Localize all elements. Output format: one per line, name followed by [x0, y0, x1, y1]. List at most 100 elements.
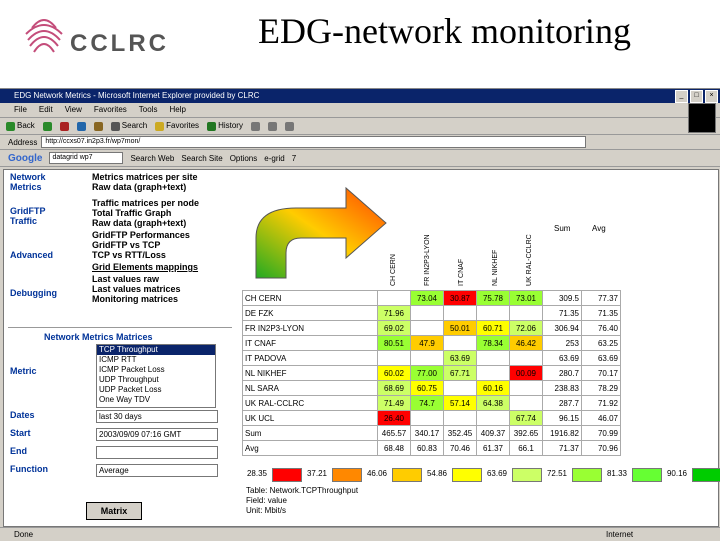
forward-arrow-icon[interactable]: [42, 121, 52, 131]
metric-option[interactable]: TCP Throughput: [97, 345, 215, 355]
options-button[interactable]: Options: [230, 154, 258, 163]
link-last-values-matrices[interactable]: Last values matrices: [92, 284, 181, 294]
start-label: Start: [10, 428, 31, 438]
matrix-cell: [509, 380, 543, 396]
menu-favorites[interactable]: Favorites: [94, 103, 127, 117]
address-label: Address: [8, 137, 38, 147]
dates-select[interactable]: last 30 days: [96, 410, 218, 423]
matrix-cell: [443, 380, 477, 396]
google-search-input[interactable]: datagrid wp7: [49, 152, 124, 164]
favorites-button[interactable]: Favorites: [155, 118, 199, 134]
legend-value: 46.06: [366, 469, 388, 478]
matrix-sum-cell: 238.83: [542, 380, 582, 396]
menu-help[interactable]: Help: [169, 103, 185, 117]
menu-tools[interactable]: Tools: [139, 103, 158, 117]
search-site-button[interactable]: Search Site: [181, 154, 222, 163]
highlight-button[interactable]: 7: [292, 154, 296, 163]
matrix-avg-cell: 70.99: [581, 425, 621, 441]
stop-icon[interactable]: [59, 121, 69, 131]
matrix-cell: [410, 320, 444, 336]
legend-swatch: [572, 468, 602, 482]
matrix-cell: 72.06: [509, 320, 543, 336]
link-metrics-matrices[interactable]: Metrics matrices per site: [92, 172, 198, 182]
link-gridftp-performances[interactable]: GridFTP Performances: [92, 230, 190, 240]
link-raw-data-traffic[interactable]: Raw data (graph+text): [92, 218, 186, 228]
history-button[interactable]: History: [207, 118, 243, 134]
dates-label: Dates: [10, 410, 35, 420]
end-input[interactable]: [96, 446, 218, 459]
metrics-matrices-title: Network Metrics Matrices: [44, 332, 153, 342]
metric-option[interactable]: UDP Packet Loss: [97, 385, 215, 395]
link-last-values-raw[interactable]: Last values raw: [92, 274, 159, 284]
row-label: NL NIKHEF: [242, 365, 378, 381]
function-select[interactable]: Average: [96, 464, 218, 477]
matrix-cell: 71.49: [377, 395, 411, 411]
link-gridftp-vs-tcp[interactable]: GridFTP vs TCP: [92, 240, 160, 250]
matrix-cell: 61.37: [476, 440, 510, 456]
egrid-button[interactable]: e-grid: [264, 154, 284, 163]
link-tcp-vs-rtt-loss[interactable]: TCP vs RTT/Loss: [92, 250, 166, 260]
metric-option[interactable]: ICMP Packet Loss: [97, 365, 215, 375]
color-legend: 28.35 37.21 46.06 54.86 63.69 72.51 81.33 90.16: [242, 468, 720, 482]
matrix-cell: 465.57: [377, 425, 411, 441]
home-icon[interactable]: [93, 121, 103, 131]
start-input[interactable]: 2003/09/09 07:16 GMT: [96, 428, 218, 441]
maximize-button[interactable]: □: [690, 90, 703, 103]
matrix-cell: 392.65: [509, 425, 543, 441]
row-label: UK UCL: [242, 410, 378, 426]
metric-option[interactable]: ICMP RTT: [97, 355, 215, 365]
matrix-sum-cell: 71.35: [542, 305, 582, 321]
link-monitoring-matrices[interactable]: Monitoring matrices: [92, 294, 178, 304]
status-text: Done: [14, 530, 34, 539]
legend-value: 54.86: [426, 469, 448, 478]
matrix-button[interactable]: Matrix: [86, 502, 142, 520]
refresh-icon[interactable]: [76, 121, 86, 131]
function-label: Function: [10, 464, 48, 474]
metric-option[interactable]: One Way TDV: [97, 395, 215, 405]
metric-listbox[interactable]: TCP Throughput ICMP RTT ICMP Packet Loss…: [96, 344, 216, 408]
matrix-cell: 30.87: [443, 290, 477, 306]
legend-swatch: [452, 468, 482, 482]
link-raw-data-metrics[interactable]: Raw data (graph+text): [92, 182, 186, 192]
address-input[interactable]: http://ccxs07.in2p3.fr/wp7mon/: [41, 136, 587, 148]
sum-header: Sum: [554, 224, 571, 233]
favorites-icon: [155, 121, 165, 131]
link-total-traffic-graph[interactable]: Total Traffic Graph: [92, 208, 171, 218]
matrix-cell: 77.00: [410, 365, 444, 381]
matrix-cell: 64.38: [476, 395, 510, 411]
print-icon[interactable]: [267, 121, 277, 131]
close-button[interactable]: ×: [705, 90, 718, 103]
metric-option[interactable]: UDP Throughput: [97, 375, 215, 385]
matrix-cell: 352.45: [443, 425, 477, 441]
menu-file[interactable]: File: [14, 103, 27, 117]
legend-swatch: [632, 468, 662, 482]
menu-view[interactable]: View: [65, 103, 82, 117]
browser-window: EDG Network Metrics - Microsoft Internet…: [0, 88, 720, 541]
search-button[interactable]: Search: [110, 118, 148, 134]
mail-icon[interactable]: [250, 121, 260, 131]
legend-value: 63.69: [486, 469, 508, 478]
minimize-button[interactable]: _: [675, 90, 688, 103]
back-button[interactable]: Back: [6, 118, 35, 134]
matrix-sum-cell: 287.7: [542, 395, 582, 411]
search-web-button[interactable]: Search Web: [130, 154, 174, 163]
link-grid-elements-mappings[interactable]: Grid Elements mappings: [92, 262, 198, 272]
matrix-cell: 67.74: [509, 410, 543, 426]
matrix-cell: 70.46: [443, 440, 477, 456]
matrix-avg-cell: 70.96: [581, 440, 621, 456]
edit-icon[interactable]: [284, 121, 294, 131]
column-header: CH CERN: [390, 254, 397, 286]
menu-edit[interactable]: Edit: [39, 103, 53, 117]
matrix-cell: [377, 350, 411, 366]
link-traffic-matrices[interactable]: Traffic matrices per node: [92, 198, 199, 208]
matrix-cell: 73.01: [509, 290, 543, 306]
matrix-cell: [443, 410, 477, 426]
legend-value: 37.21: [306, 469, 328, 478]
matrix-cell: 73.04: [410, 290, 444, 306]
matrix-cell: [410, 410, 444, 426]
matrix-cell: 60.75: [410, 380, 444, 396]
row-label: CH CERN: [242, 290, 378, 306]
search-label: Search: [121, 121, 148, 130]
column-header: NL NIKHEF: [492, 249, 499, 286]
row-label: UK RAL-CCLRC: [242, 395, 378, 411]
